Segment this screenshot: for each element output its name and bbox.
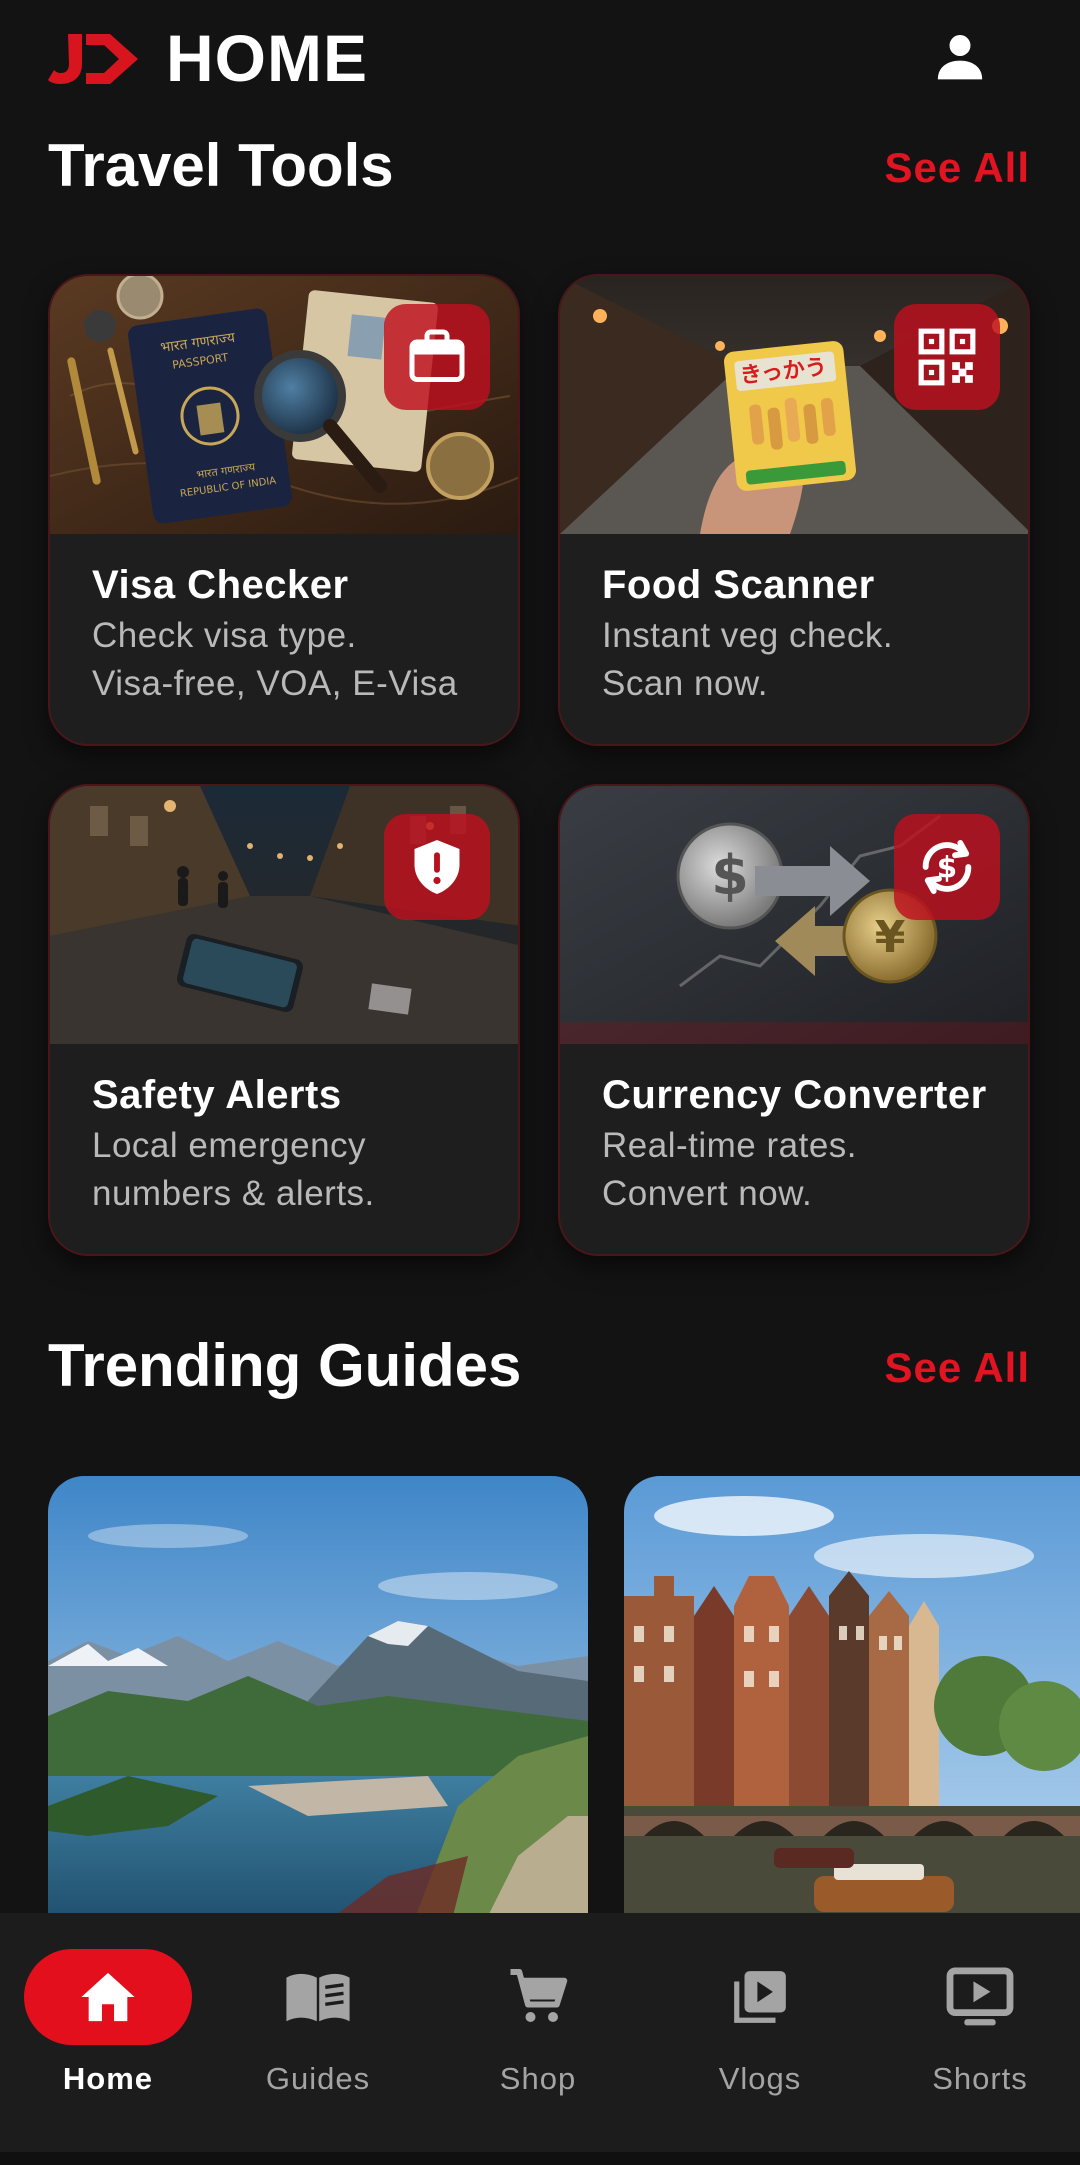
tool-description: Check visa type. Visa-free, VOA, E-Visa xyxy=(92,612,502,708)
svg-text:¥: ¥ xyxy=(875,912,906,963)
nav-shop[interactable]: Shop xyxy=(430,1913,646,2153)
tool-name: Food Scanner xyxy=(602,563,875,607)
nav-label: Vlogs xyxy=(718,2061,802,2096)
tool-name: Safety Alerts xyxy=(92,1073,342,1117)
canal-city-image xyxy=(624,1476,1080,1936)
nav-vlogs[interactable]: Vlogs xyxy=(652,1913,868,2153)
qr-code-badge xyxy=(894,304,1000,410)
page-title: HOME xyxy=(166,21,368,95)
nav-label: Home xyxy=(62,2061,154,2096)
mountain-lake-image xyxy=(48,1476,588,1936)
nav-vlogs-icon-wrap xyxy=(676,1949,844,2045)
tool-name: Currency Converter xyxy=(602,1073,987,1117)
guide-card[interactable] xyxy=(48,1476,588,1936)
video-library-icon xyxy=(734,1971,786,2023)
person-icon xyxy=(937,35,983,80)
currency-converter-card[interactable]: $ ¥ $ Currency Converter Real-time rates… xyxy=(558,784,1030,1256)
book-icon xyxy=(286,1973,350,2022)
shield-alert-icon xyxy=(414,840,460,894)
tool-name: Visa Checker xyxy=(92,563,349,607)
visa-checker-card[interactable]: भारत गणराज्य PASSPORT भारत गणराज्य REPUB… xyxy=(48,274,520,746)
food-scanner-card[interactable]: きっかう Food Scanner Instant veg check. Sca… xyxy=(558,274,1030,746)
travel-tools-header: Travel Tools See All xyxy=(48,126,1032,206)
nav-shorts[interactable]: Shorts xyxy=(872,1913,1080,2153)
app-header: HOME xyxy=(0,0,1080,120)
section-title: Travel Tools xyxy=(48,132,394,199)
profile-button[interactable] xyxy=(924,20,996,92)
tool-desc-line: Local emergency xyxy=(92,1126,367,1165)
tool-description: Local emergency numbers & alerts. xyxy=(92,1122,502,1218)
tool-description: Real-time rates. Convert now. xyxy=(602,1122,1012,1218)
home-screen: HOME Travel Tools See All भारत गणराज्य P… xyxy=(0,0,1080,2165)
tool-desc-line: Scan now. xyxy=(602,664,768,703)
nav-label: Shorts xyxy=(932,2061,1028,2096)
nav-guides-icon-wrap xyxy=(234,1949,402,2045)
nav-home[interactable]: Home xyxy=(0,1913,216,2153)
see-all-tools-link[interactable]: See All xyxy=(884,138,1030,198)
nav-shop-icon-wrap xyxy=(454,1949,622,2045)
tool-desc-line: Check visa type. xyxy=(92,616,357,655)
bottom-navigation: Home Guides Shop Vlogs Shorts xyxy=(0,1913,1080,2165)
home-icon xyxy=(81,1972,135,2022)
svg-text:$: $ xyxy=(711,844,749,907)
nav-guides[interactable]: Guides xyxy=(210,1913,426,2153)
system-gesture-bar xyxy=(0,2152,1080,2165)
trending-guides-header: Trending Guides See All xyxy=(48,1326,1032,1406)
tool-desc-line: numbers & alerts. xyxy=(92,1174,375,1213)
nav-shorts-icon-wrap xyxy=(896,1949,1064,2045)
tool-desc-line: Visa-free, VOA, E-Visa xyxy=(92,664,458,703)
svg-text:$: $ xyxy=(937,851,957,885)
shield-alert-badge xyxy=(384,814,490,920)
tool-desc-line: Real-time rates. xyxy=(602,1126,858,1165)
app-logo[interactable] xyxy=(48,28,140,88)
safety-alerts-card[interactable]: Safety Alerts Local emergency numbers & … xyxy=(48,784,520,1256)
cart-icon xyxy=(510,1969,568,2022)
briefcase-badge xyxy=(384,304,490,410)
nav-label: Guides xyxy=(265,2061,371,2096)
briefcase-icon xyxy=(409,329,465,382)
guide-card[interactable] xyxy=(624,1476,1080,1936)
see-all-guides-link[interactable]: See All xyxy=(884,1338,1030,1398)
tool-description: Instant veg check. Scan now. xyxy=(602,612,1012,708)
qr-code-icon xyxy=(918,328,976,386)
section-title: Trending Guides xyxy=(48,1332,522,1399)
tool-desc-line: Convert now. xyxy=(602,1174,813,1213)
currency-exchange-badge: $ xyxy=(894,814,1000,920)
nav-home-pill xyxy=(24,1949,192,2045)
nav-label: Shop xyxy=(499,2061,577,2096)
tv-play-icon xyxy=(946,1967,1014,2026)
tool-desc-line: Instant veg check. xyxy=(602,616,894,655)
currency-exchange-icon: $ xyxy=(922,840,972,894)
